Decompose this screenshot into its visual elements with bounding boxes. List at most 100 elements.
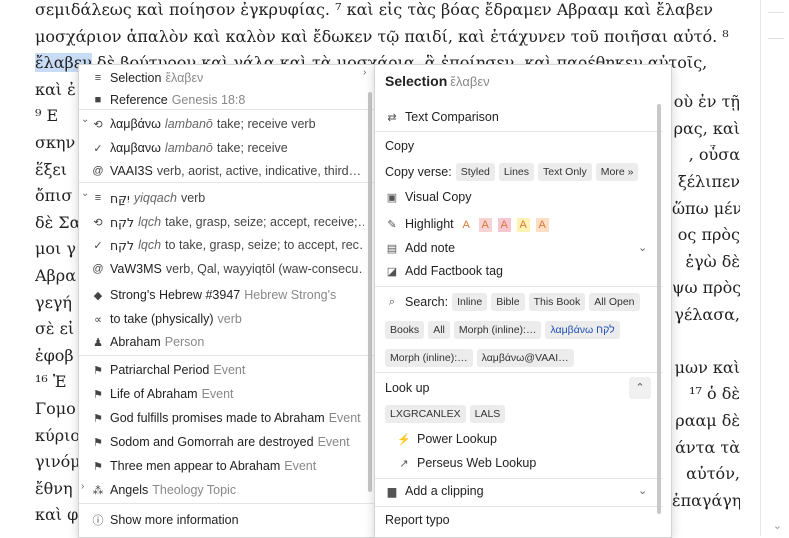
option-chip[interactable]: λαμβάνω@VAAI… [476,349,574,367]
menu-item-sublabel: Event [201,387,234,401]
menu-item-description: verb, aorist, active, indicative, third… [156,164,362,178]
panel-title: Selection ἔλαβεν [385,73,490,89]
perseus-lookup-item[interactable]: ↗ Perseus Web Lookup [397,452,536,474]
option-chip[interactable]: Text Only [538,163,592,181]
menu-item[interactable]: ≡ יִקַּח yiqqach verb [79,187,364,209]
option-chip[interactable]: Morph (inline):… [385,349,473,367]
bookmark-icon: ■ [94,94,102,106]
panel-scrollbar[interactable] [657,104,661,514]
option-chip[interactable]: Lines [498,163,534,181]
option-chip[interactable]: More » [595,163,639,181]
menu-item[interactable]: ■ Reference Genesis 18:8 [79,89,364,111]
menu-item[interactable]: ⚑ Sodom and Gomorrah are destroyed Event [79,431,364,453]
menu-item[interactable]: ⚑ Three men appear to Abraham Event [79,455,364,477]
context-menu-scrollbar[interactable] [368,92,372,492]
highlight-style-swatch[interactable]: A [516,217,530,232]
menu-item-sublabel: lambanō [164,117,213,131]
menu-item[interactable]: ≡ Selection ἔλαβεν [79,67,364,89]
divider [79,109,375,110]
compare-arrows-icon: ⇄ [387,111,397,124]
menu-item-sublabel: Event [213,363,246,377]
menu-item[interactable]: ⚑ God fulfills promises made to Abraham Ev… [79,407,364,429]
menu-item[interactable]: ⟲ λαμβάνω lambanō take; receive verb [79,113,364,135]
menu-item[interactable]: @ VAAI3S verb, aorist, active, indicative,… [79,160,364,182]
expand-icon[interactable]: ⌄ [81,188,89,199]
selected-word: ἔλαβεν [450,74,490,89]
text-line-fragment: ψω πρὸς [672,278,740,297]
text-comparison-item[interactable]: ⇄ Text Comparison [385,106,498,128]
menu-item[interactable]: @ VaW3MS verb, Qal, wayyiqtōl (waw-consecu… [79,258,364,280]
option-chip[interactable]: LXGRCANLEX [385,405,466,423]
event-flag-icon: ⚑ [93,460,103,473]
document-scrollbar[interactable]: ⌄ [760,0,789,536]
expand-icon[interactable]: › [81,481,84,492]
menu-item-label: לקח [110,237,135,253]
chevron-down-icon[interactable]: ⌄ [773,519,782,532]
menu-item[interactable]: ♟ Abraham Person [79,331,364,353]
search-row-3: Morph (inline):… λαμβάνω@VAAI… [385,347,574,369]
chevron-down-icon[interactable]: ⌄ [638,241,647,254]
menu-item-label: Show more information [110,513,239,527]
collapse-lookup-button[interactable]: ⌃ [629,377,651,399]
divider [79,182,375,183]
option-chip[interactable]: LALS [469,405,506,423]
menu-item-sublabel: verb [217,312,242,326]
option-chip[interactable]: Inline [452,293,488,311]
event-flag-icon: ⚑ [93,436,103,449]
lookup-resources: LXGRCANLEX LALS [385,403,506,425]
menu-item[interactable]: ⁂ Angels Theology Topic [79,479,364,501]
option-chip[interactable]: All Open [589,293,640,311]
option-chip[interactable]: Bible [491,293,525,311]
copy-item[interactable]: Copy [385,135,414,157]
event-flag-icon: ⚑ [93,412,103,425]
event-flag-icon: ⚑ [93,388,103,401]
menu-item-sublabel: lqch [138,215,162,229]
info-icon: ⓘ [92,515,104,527]
menu-item[interactable]: ◆ Strong's Hebrew #3947 Hebrew Strong's [79,284,364,306]
menu-item-description: to take, grasp, seize; to accept, rec… [165,238,364,252]
text-line-fragment: , οὖσα [688,145,740,164]
highlight-style-swatch[interactable]: A [497,217,511,232]
menu-item[interactable]: ⚑ Life of Abraham Event [79,383,364,405]
option-chip[interactable]: Morph (inline):… [453,321,542,339]
menu-item[interactable]: ⟲ לקח lqch take, grasp, seize; accept, rece… [79,211,364,233]
menu-item-description: verb [180,191,206,205]
expand-icon[interactable]: ⌄ [81,114,89,125]
list-icon: ≡ [94,72,102,84]
menu-item-sublabel: Theology Topic [152,483,237,497]
divider [375,131,663,132]
highlight-style-swatch[interactable]: A [535,217,549,232]
menu-item-sublabel: Hebrew Strong's [244,288,337,302]
add-clipping-item[interactable]: ▆ Add a clipping [385,480,484,502]
visual-copy-item[interactable]: ▣ Visual Copy [385,186,472,208]
menu-item-label: לקח [110,214,135,230]
add-factbook-tag-item[interactable]: ◪ Add Factbook tag [385,260,503,282]
option-chip[interactable]: All [428,321,450,339]
submenu-arrow-icon[interactable]: › [363,67,366,78]
menu-item-label: Angels [110,483,149,497]
menu-item[interactable]: ✓ לקח lqch to take, grasp, seize; to accept… [79,234,364,256]
highlight-style-swatch[interactable]: A [459,217,473,232]
option-chip[interactable]: λαμβάνω לקח [545,321,620,339]
check-icon: ✓ [93,142,103,155]
add-note-item[interactable]: ▤ Add note [385,237,455,259]
menu-item[interactable]: ✓ λαμβανω lambanō take; receive [79,137,364,159]
menu-item[interactable]: ⓘ Show more information [79,509,364,531]
search-icon: ⌕ [388,295,396,308]
text-line-fragment: ¹⁷ ὁ δὲ [689,384,740,403]
chevron-down-icon[interactable]: ⌄ [638,484,647,497]
morph-icon: @ [92,263,104,275]
menu-item[interactable]: ∝ to take (physically) verb [79,308,364,330]
option-chip[interactable]: Styled [455,163,495,181]
highlight-style-swatch[interactable]: A [478,217,492,232]
menu-item[interactable]: ⚑ Patriarchal Period Event [79,359,364,381]
menu-item-sublabel: Person [164,335,205,349]
option-chip[interactable]: Books [385,321,425,339]
menu-item-label: Patriarchal Period [110,363,210,377]
option-chip[interactable]: This Book [528,293,586,311]
tag-icon: ◪ [386,265,398,278]
topic-icon: ⁂ [92,484,104,497]
report-typo-item[interactable]: Report typo [385,509,450,531]
power-lookup-item[interactable]: ⚡ Power Lookup [397,428,497,450]
event-flag-icon: ⚑ [93,364,103,377]
